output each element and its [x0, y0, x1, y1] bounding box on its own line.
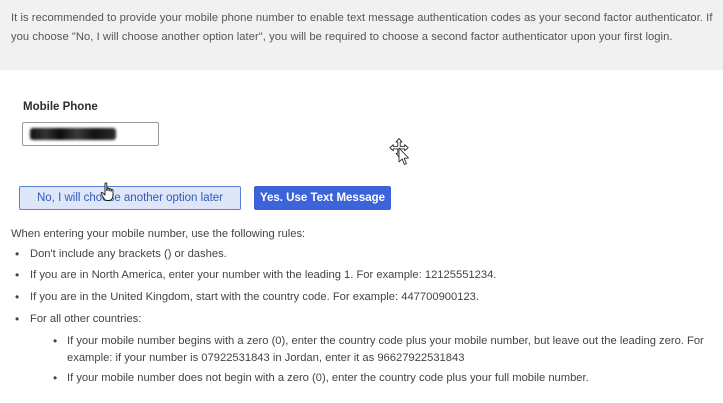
decline-text-message-button[interactable]: No, I will choose another option later: [19, 186, 241, 210]
intro-text: It is recommended to provide your mobile…: [0, 0, 723, 70]
rule-north-america: If you are in North America, enter your …: [11, 268, 711, 282]
rule-no-brackets: Don't include any brackets () or dashes.: [11, 247, 711, 261]
rule-other-countries-label: For all other countries:: [30, 313, 142, 325]
other-countries-sublist: If your mobile number begins with a zero…: [30, 333, 711, 387]
phone-number-rules: When entering your mobile number, use th…: [11, 228, 711, 387]
rule-united-kingdom: If you are in the United Kingdom, start …: [11, 290, 711, 304]
mobile-phone-label: Mobile Phone: [23, 101, 98, 113]
rule-other-countries: For all other countries: If your mobile …: [11, 312, 711, 387]
mfa-setup-page: It is recommended to provide your mobile…: [0, 0, 723, 403]
rules-intro: When entering your mobile number, use th…: [11, 228, 306, 240]
subrule-leading-zero: If your mobile number begins with a zero…: [50, 333, 711, 366]
rules-list: Don't include any brackets () or dashes.…: [11, 247, 711, 387]
use-text-message-button[interactable]: Yes. Use Text Message: [254, 186, 391, 210]
redacted-phone-number: [30, 128, 116, 140]
move-cursor-icon: [389, 138, 409, 165]
subrule-no-leading-zero: If your mobile number does not begin wit…: [50, 370, 711, 387]
